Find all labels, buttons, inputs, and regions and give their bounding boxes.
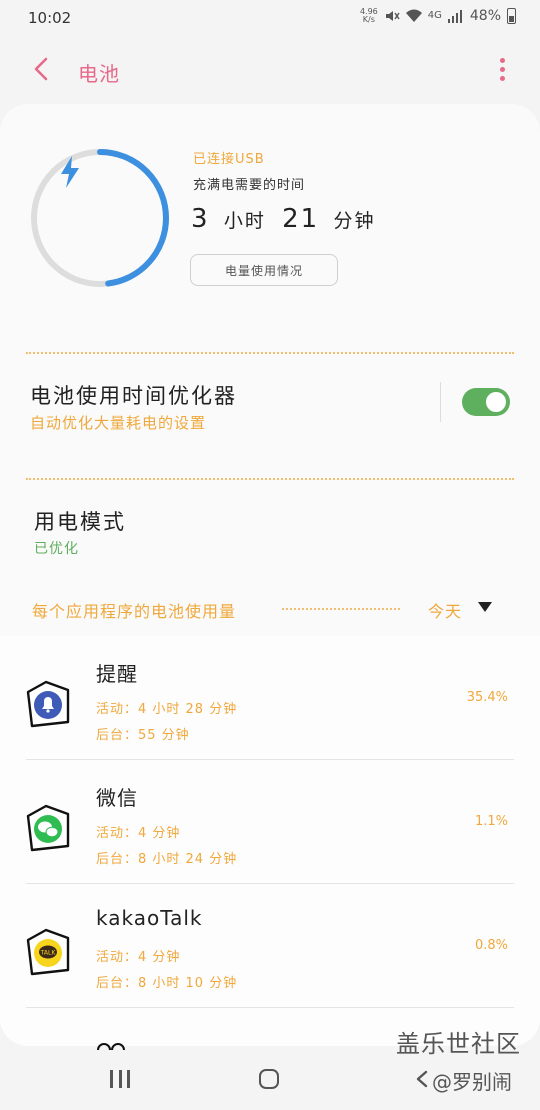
battery-card: 已连接USB 充满电需要的时间 3 小时 21 分钟 电量使用情况 电池使用时间… xyxy=(0,104,540,1046)
battery-percent: 48% xyxy=(469,8,501,24)
app-name: kakaoTalk xyxy=(96,906,203,930)
status-time: 10:02 xyxy=(28,9,72,27)
app-usage-percent: 1.1% xyxy=(474,814,508,829)
status-bar: 10:02 4.96 K/s 4G 48% xyxy=(0,0,540,36)
more-dot xyxy=(499,67,505,72)
app-row-kakaotalk[interactable]: TALK kakaoTalk 活动：4 分钟 后台：8 小时 10 分钟 0.8… xyxy=(0,884,540,1008)
app-background-time: 后台：8 小时 10 分钟 xyxy=(96,976,238,991)
app-background-time: 后台：8 小时 24 分钟 xyxy=(96,852,238,867)
network-speed: 4.96 K/s xyxy=(359,7,378,24)
period-selector[interactable]: 今天 xyxy=(428,598,462,622)
per-app-usage-header[interactable]: 每个应用程序的电池使用量 今天 xyxy=(32,598,502,622)
network-type: 4G xyxy=(427,10,442,21)
time-to-full-value: 3 小时 21 分钟 xyxy=(191,204,381,234)
optimizer-toggle[interactable] xyxy=(462,388,510,416)
more-dot xyxy=(499,58,505,63)
kakaotalk-icon: TALK xyxy=(26,928,70,976)
app-bar: 电池 xyxy=(0,44,540,96)
app-active-time: 活动：4 分钟 xyxy=(96,826,181,841)
toggle-separator xyxy=(440,382,441,422)
app-name: 微信 xyxy=(96,786,138,810)
svg-text:TALK: TALK xyxy=(40,950,57,957)
power-mode-title[interactable]: 用电模式 xyxy=(34,506,126,536)
watermark-handle: @罗别闹 xyxy=(432,1070,512,1094)
optimizer-title[interactable]: 电池使用时间优化器 xyxy=(30,380,237,410)
header-dotted-leader xyxy=(282,608,400,610)
back-button[interactable] xyxy=(24,52,58,86)
mute-icon xyxy=(385,11,400,21)
signal-icon xyxy=(447,10,462,23)
app-usage-percent: 35.4% xyxy=(466,690,508,705)
wechat-icon xyxy=(26,804,70,852)
nav-back-button[interactable] xyxy=(414,1070,430,1088)
battery-charging-icon xyxy=(507,8,516,24)
app-usage-list: 提醒 活动：4 小时 28 分钟 后台：55 分钟 35.4% 微信 活动：4 … xyxy=(0,636,540,1046)
reminder-bell-icon xyxy=(26,680,70,728)
per-app-usage-title: 每个应用程序的电池使用量 xyxy=(32,602,237,621)
section-divider xyxy=(26,352,514,354)
connection-status: 已连接USB xyxy=(193,152,265,167)
row-divider xyxy=(26,1007,514,1008)
more-dot xyxy=(499,76,505,81)
app-row-reminder[interactable]: 提醒 活动：4 小时 28 分钟 后台：55 分钟 35.4% xyxy=(0,636,540,760)
minutes-value: 21 xyxy=(282,204,320,234)
recent-bar xyxy=(118,1070,122,1088)
app-row-wechat[interactable]: 微信 活动：4 分钟 后台：8 小时 24 分钟 1.1% xyxy=(0,760,540,884)
time-to-full-label: 充满电需要的时间 xyxy=(193,178,306,193)
recent-bar xyxy=(127,1070,130,1088)
optimizer-subtitle: 自动优化大量耗电的设置 xyxy=(30,414,207,432)
app-usage-percent: 0.8% xyxy=(474,938,508,953)
section-divider xyxy=(26,478,514,480)
battery-usage-button[interactable]: 电量使用情况 xyxy=(190,254,338,286)
home-button[interactable] xyxy=(259,1069,279,1089)
chevron-left-icon xyxy=(34,57,48,81)
page-title: 电池 xyxy=(78,62,120,86)
wifi-icon xyxy=(405,9,422,22)
hours-unit: 小时 xyxy=(223,210,266,232)
recent-bar xyxy=(110,1070,113,1088)
recent-apps-button[interactable] xyxy=(110,1070,130,1088)
app-active-time: 活动：4 分钟 xyxy=(96,950,181,965)
charging-bolt-icon xyxy=(61,156,79,188)
minutes-unit: 分钟 xyxy=(333,210,376,232)
app-background-time: 后台：55 分钟 xyxy=(96,728,190,743)
hours-value: 3 xyxy=(191,204,210,234)
charge-ring xyxy=(31,149,169,287)
app-name: 提醒 xyxy=(96,662,138,686)
status-icons: 4.96 K/s 4G 48% xyxy=(360,8,516,24)
app-active-time: 活动：4 小时 28 分钟 xyxy=(96,702,238,717)
dropdown-caret-icon[interactable] xyxy=(478,602,492,612)
more-options-button[interactable] xyxy=(492,54,512,86)
power-mode-subtitle: 已优化 xyxy=(34,541,79,557)
